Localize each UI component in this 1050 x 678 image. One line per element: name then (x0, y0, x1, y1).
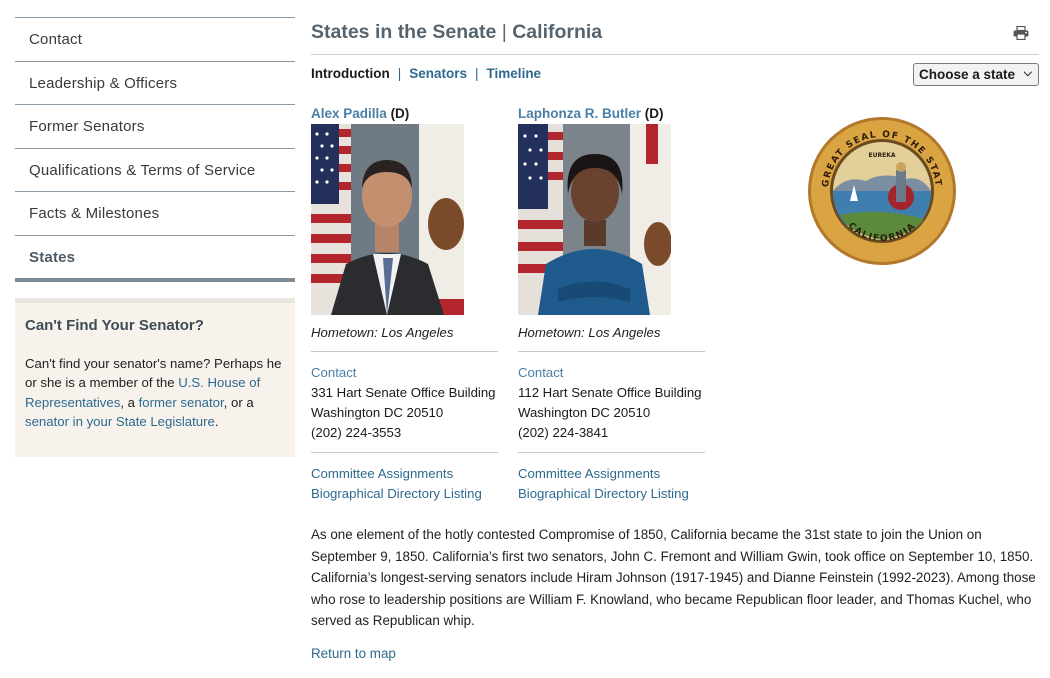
title-prefix: States in the Senate (311, 21, 497, 43)
find-text-part: , or a (223, 394, 254, 410)
office-city: Washington DC 20510 (518, 405, 651, 420)
office-phone: (202) 224-3841 (518, 425, 609, 440)
tab-timeline[interactable]: Timeline (487, 66, 542, 81)
find-senator-text: Can't find your senator's name? Perhaps … (25, 354, 285, 432)
subnav-divider: | (397, 66, 402, 81)
senator-photo (311, 124, 464, 315)
main-content: States in the Senate | California Introd… (311, 17, 1039, 661)
senator-name: Laphonza R. Butler (D) (518, 105, 705, 124)
state-select-value: Choose a state (919, 67, 1016, 82)
state-select[interactable]: Choose a state ⌵ (913, 63, 1039, 86)
committee-assignments-link[interactable]: Committee Assignments (518, 464, 705, 484)
seal-motto: EUREKA (869, 152, 896, 159)
senator-card: Laphonza R. Butler (D) Hometown: Los Ang… (518, 105, 705, 504)
title-separator: | (496, 21, 513, 43)
sidebar-item-facts[interactable]: Facts & Milestones (15, 192, 295, 236)
sub-navigation: Introduction | Senators | Timeline Choose a … (311, 63, 1039, 105)
print-icon[interactable] (1013, 26, 1029, 40)
return-to-map-link[interactable]: Return to map (311, 646, 396, 661)
title-state: California (512, 21, 603, 43)
biographical-directory-link[interactable]: Biographical Directory Listing (518, 484, 705, 504)
state-seal-image: THE GREAT SEAL OF THE STATE OF CALIFORNI… (806, 115, 956, 265)
find-senator-box: Can't Find Your Senator? Can't find your… (15, 297, 295, 457)
contact-link[interactable]: Contact (311, 365, 356, 380)
sidebar-nav: Contact Leadership & Officers Former Sen… (15, 17, 295, 282)
former-senator-link[interactable]: former senator (139, 395, 224, 410)
contact-link[interactable]: Contact (518, 365, 563, 380)
find-text-part: , a (120, 394, 139, 410)
office-city: Washington DC 20510 (311, 405, 444, 420)
chevron-down-icon: ⌵ (1023, 67, 1032, 79)
senator-party: (D) (390, 106, 410, 121)
sidebar: Contact Leadership & Officers Former Sen… (15, 17, 295, 457)
senator-card: Alex Padilla (D) Hometown: Los Angeles C… (311, 105, 498, 504)
sidebar-item-qualifications[interactable]: Qualifications & Terms of Service (15, 149, 295, 192)
state-history-text: As one element of the hotly contested Co… (311, 527, 1036, 629)
senator-name: Alex Padilla (D) (311, 105, 498, 124)
tab-senators[interactable]: Senators (409, 66, 467, 81)
find-text-part: . (214, 414, 219, 429)
find-senator-title: Can't Find Your Senator? (25, 316, 204, 334)
senator-photo (518, 124, 672, 315)
senator-contact: Contact 112 Hart Senate Office Building … (518, 352, 705, 453)
senator-party: (D) (644, 106, 664, 121)
senator-hometown: Hometown: Los Angeles (311, 324, 498, 352)
page-header: States in the Senate | California (311, 17, 1039, 55)
tab-introduction[interactable]: Introduction (311, 65, 390, 83)
office-address: 112 Hart Senate Office Building (518, 385, 702, 400)
state-legislature-link[interactable]: senator in your State Legislature (25, 414, 215, 429)
committee-assignments-link[interactable]: Committee Assignments (311, 464, 498, 484)
sidebar-item-contact[interactable]: Contact (15, 18, 295, 62)
senator-name-link[interactable]: Alex Padilla (311, 106, 387, 121)
office-phone: (202) 224-3553 (311, 425, 402, 440)
subnav-divider: | (475, 66, 479, 81)
senator-links: Committee Assignments Biographical Direc… (311, 453, 498, 504)
senator-contact: Contact 331 Hart Senate Office Building … (311, 352, 498, 453)
sidebar-item-states[interactable]: States (15, 236, 295, 282)
sidebar-item-leadership[interactable]: Leadership & Officers (15, 62, 295, 105)
senator-links: Committee Assignments Biographical Direc… (518, 453, 705, 504)
senators-section: Alex Padilla (D) Hometown: Los Angeles C… (311, 105, 1039, 505)
sidebar-item-former-senators[interactable]: Former Senators (15, 105, 295, 149)
office-address: 331 Hart Senate Office Building (311, 385, 496, 400)
senator-name-link[interactable]: Laphonza R. Butler (518, 106, 641, 121)
biographical-directory-link[interactable]: Biographical Directory Listing (311, 484, 498, 504)
senator-hometown: Hometown: Los Angeles (518, 324, 705, 352)
page-title: States in the Senate | California (311, 17, 1039, 47)
